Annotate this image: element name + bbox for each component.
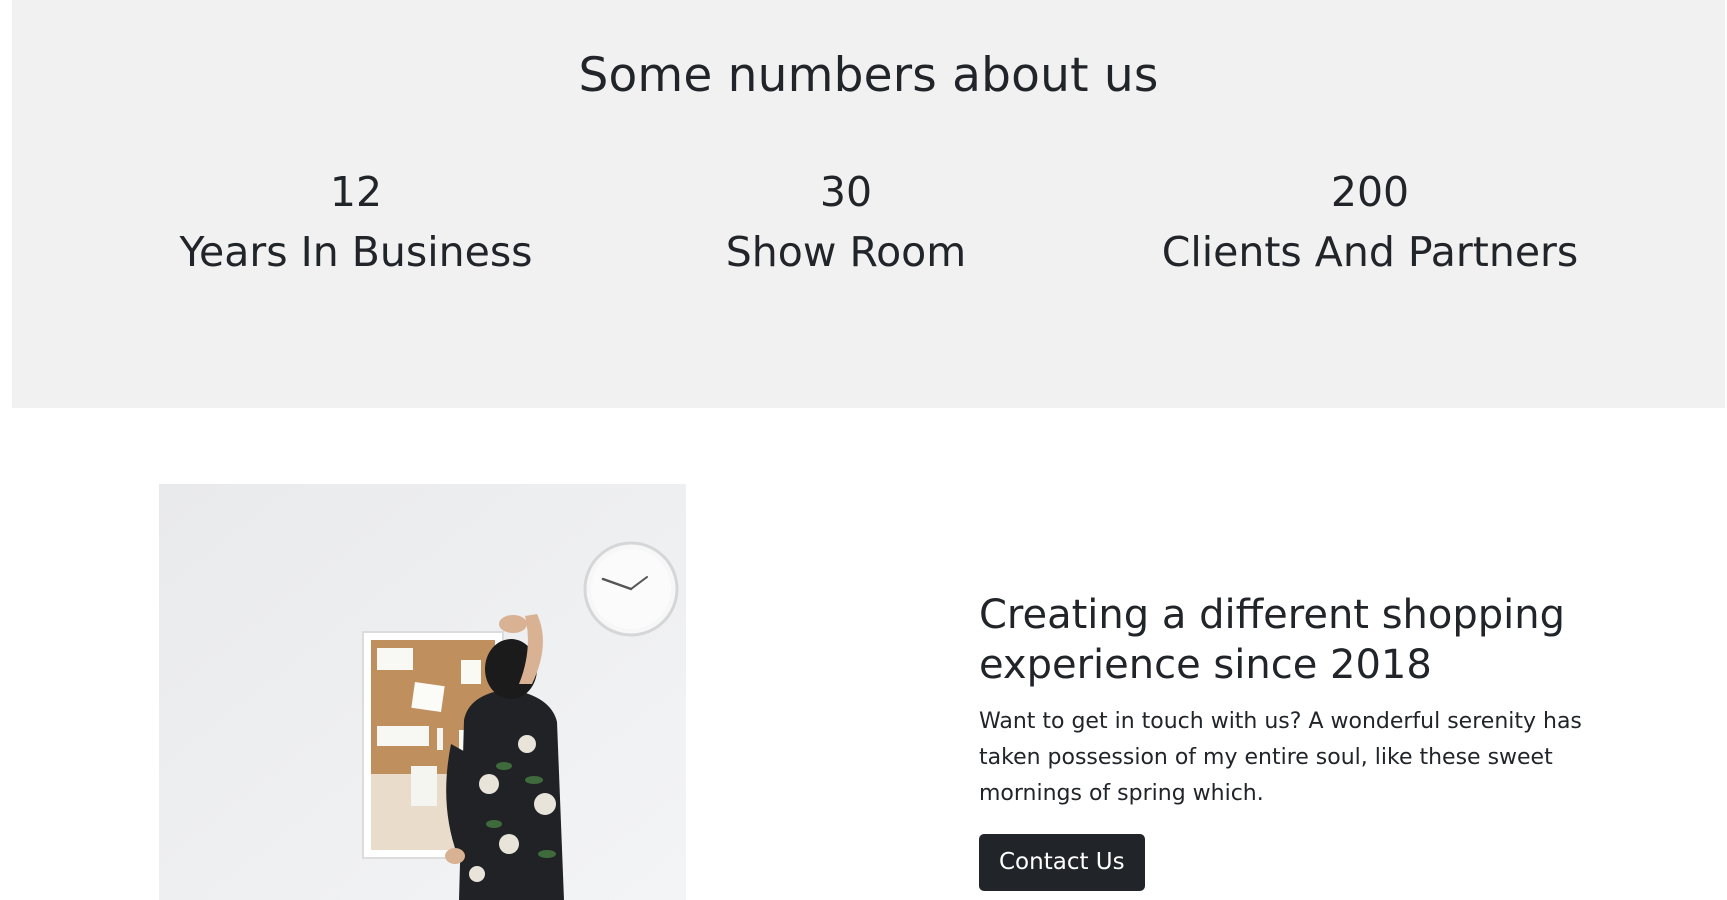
stat-value: 200: [1330, 168, 1410, 216]
stat-value: 30: [819, 168, 873, 216]
feature-description: Want to get in touch with us? A wonderfu…: [979, 709, 1582, 806]
stat-years-in-business: 12 Years In Business: [76, 166, 636, 278]
feature-heading: Creating a different shopping experience…: [979, 592, 1565, 688]
numbers-section: Some numbers about us 12 Years In Busine…: [12, 0, 1725, 408]
wall-clock-icon: [583, 541, 679, 637]
stat-value: 12: [329, 168, 383, 216]
stat-show-room: 30 Show Room: [566, 166, 1126, 278]
feature-text-block: Creating a different shopping experience…: [979, 590, 1599, 891]
numbers-title: Some numbers about us: [578, 48, 1159, 103]
feature-photo: [159, 484, 686, 900]
stat-label: Clients And Partners: [1161, 228, 1579, 276]
stat-clients-and-partners: 200 Clients And Partners: [1090, 166, 1650, 278]
stat-label: Show Room: [725, 228, 967, 276]
stat-label: Years In Business: [179, 228, 533, 276]
contact-us-button[interactable]: Contact Us: [979, 834, 1145, 891]
